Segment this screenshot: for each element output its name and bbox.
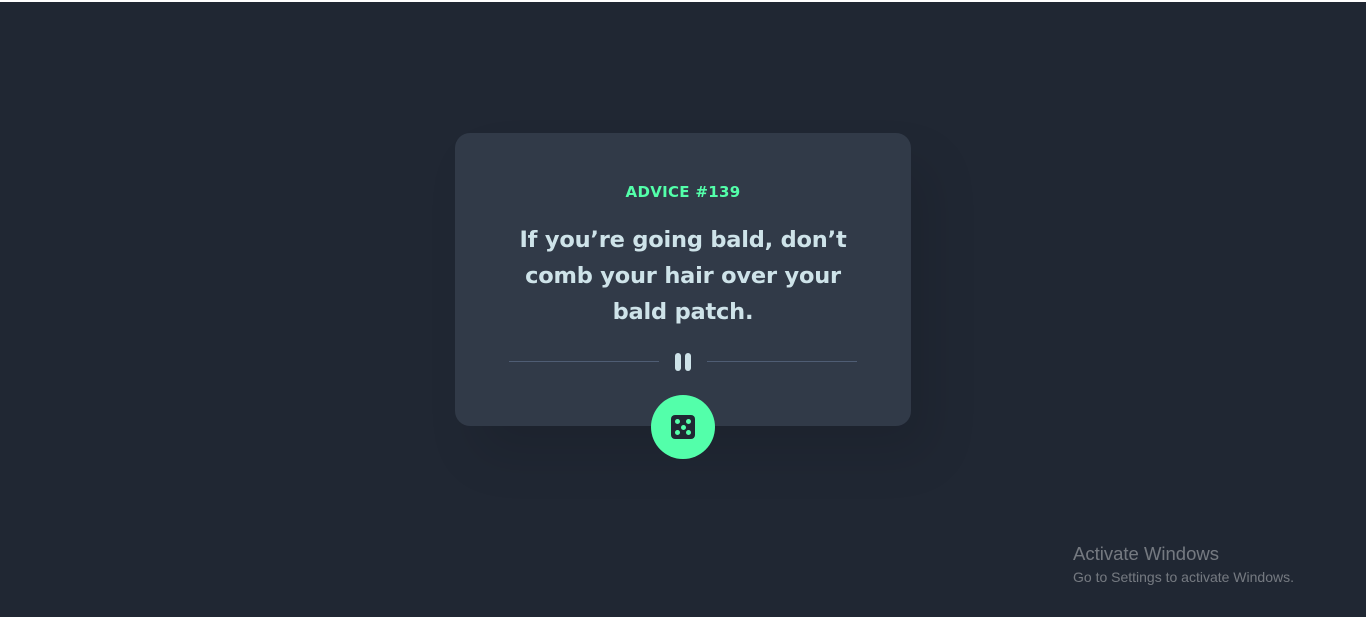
advice-id: ADVICE #139 xyxy=(625,183,741,201)
generate-advice-button[interactable] xyxy=(651,395,715,459)
divider-line-left xyxy=(509,361,659,362)
activation-title: Activate Windows xyxy=(1073,543,1219,564)
dice-icon xyxy=(671,415,695,439)
top-edge-line xyxy=(0,0,1366,2)
activation-subtitle: Go to Settings to activate Windows. xyxy=(1073,569,1294,585)
divider-line-right xyxy=(707,361,857,362)
advice-card: ADVICE #139 If you’re going bald, don’t … xyxy=(455,133,911,426)
pattern-divider xyxy=(509,351,857,373)
windows-activation-watermark: Activate Windows Go to Settings to activ… xyxy=(1073,543,1294,589)
pause-icon xyxy=(675,353,691,371)
advice-quote: If you’re going bald, don’t comb your ha… xyxy=(519,227,847,325)
